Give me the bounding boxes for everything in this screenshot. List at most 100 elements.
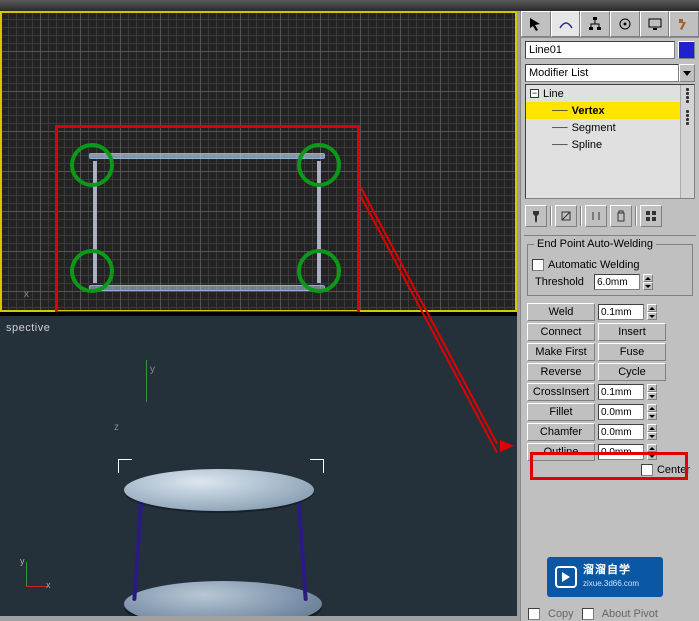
tab-modify[interactable] xyxy=(551,11,581,37)
arrow-icon xyxy=(528,16,544,32)
tab-display[interactable] xyxy=(640,11,670,37)
cross-insert-spinner[interactable] xyxy=(647,384,657,400)
viewport-perspective[interactable]: spective y z y x xyxy=(0,316,517,616)
pin-stack-button[interactable] xyxy=(525,205,547,227)
insert-button[interactable]: Insert xyxy=(598,323,666,341)
modifier-list-dropdown[interactable]: Modifier List xyxy=(525,64,695,82)
footer-checkbox[interactable] xyxy=(528,608,540,620)
chamfer-button[interactable]: Chamfer xyxy=(527,423,595,441)
play-icon xyxy=(555,566,577,588)
stack-item-segment[interactable]: ── Segment xyxy=(526,119,694,136)
center-checkbox[interactable] xyxy=(641,464,653,476)
tab-hierarchy[interactable] xyxy=(580,11,610,37)
annotation-arrowhead xyxy=(500,440,514,452)
group-title: End Point Auto-Welding xyxy=(534,238,656,250)
object-name-input[interactable] xyxy=(525,41,675,59)
world-axis-x xyxy=(26,586,48,587)
axis-label-x: x xyxy=(24,289,29,300)
tab-motion[interactable] xyxy=(610,11,640,37)
automatic-welding-label: Automatic Welding xyxy=(548,259,640,271)
tab-utilities[interactable] xyxy=(669,11,699,37)
rendered-object[interactable] xyxy=(100,451,328,616)
remove-modifier-button[interactable] xyxy=(610,205,632,227)
stack-root-label: Line xyxy=(543,88,564,100)
motion-icon xyxy=(617,16,633,32)
weld-spinner[interactable] xyxy=(647,304,657,320)
tree-dash-icon: ── xyxy=(552,139,568,151)
modifier-list-value: Modifier List xyxy=(525,64,679,82)
cross-insert-input[interactable] xyxy=(598,384,644,400)
reverse-button[interactable]: Reverse xyxy=(527,363,595,381)
pin-icon xyxy=(529,209,543,223)
panel-footer: Copy About Pivot xyxy=(522,606,699,621)
threshold-input[interactable] xyxy=(594,274,640,290)
stack-item-label: Spline xyxy=(572,139,603,151)
selection-bracket-tl xyxy=(118,459,132,473)
expand-icon[interactable]: − xyxy=(530,89,539,98)
object-leg-left xyxy=(132,493,144,601)
world-axis-gizmo: y x xyxy=(10,562,46,598)
object-disc-top xyxy=(124,469,314,511)
cycle-button[interactable]: Cycle xyxy=(598,363,666,381)
object-leg-right xyxy=(296,493,308,601)
tab-create[interactable] xyxy=(521,11,551,37)
viewports-area: x spective y z xyxy=(0,11,517,611)
selection-bracket-tr xyxy=(310,459,324,473)
unique-icon xyxy=(589,209,603,223)
trash-icon xyxy=(614,209,628,223)
outline-spinner[interactable] xyxy=(647,444,657,460)
chamfer-spinner[interactable] xyxy=(647,424,657,440)
dropdown-arrow-icon xyxy=(679,64,695,82)
gizmo-y-label: y xyxy=(150,364,155,375)
watermark-title: 溜溜自学 xyxy=(583,564,639,577)
configure-sets-button[interactable] xyxy=(640,205,662,227)
stack-toolbar xyxy=(521,201,699,231)
viewport-label: spective xyxy=(6,322,50,334)
threshold-label: Threshold xyxy=(535,276,591,288)
chamfer-input[interactable] xyxy=(598,424,644,440)
automatic-welding-checkbox[interactable] xyxy=(532,259,544,271)
weld-input[interactable] xyxy=(598,304,644,320)
stack-item-label: Segment xyxy=(572,122,616,134)
show-icon xyxy=(559,209,573,223)
stack-item-label: Vertex xyxy=(572,105,605,117)
viewport-top[interactable]: x xyxy=(0,11,517,312)
connect-button[interactable]: Connect xyxy=(527,323,595,341)
world-axis-x-label: x xyxy=(46,580,51,590)
outline-button[interactable]: Outline xyxy=(527,443,595,461)
object-name-row xyxy=(521,38,699,62)
modify-icon xyxy=(558,16,574,32)
separator xyxy=(580,206,582,226)
tree-dash-icon: ── xyxy=(552,122,568,134)
watermark-url: zixue.3d66.com xyxy=(583,577,639,590)
stack-drag-column[interactable] xyxy=(680,85,694,198)
fuse-button[interactable]: Fuse xyxy=(598,343,666,361)
annotation-region-highlight xyxy=(55,125,360,312)
fillet-spinner[interactable] xyxy=(647,404,657,420)
stack-item-spline[interactable]: ── Spline xyxy=(526,136,694,153)
footer-about-label: About Pivot xyxy=(602,608,658,620)
object-color-swatch[interactable] xyxy=(678,41,695,59)
make-first-button[interactable]: Make First xyxy=(527,343,595,361)
threshold-spinner[interactable] xyxy=(643,274,653,290)
show-end-result-button[interactable] xyxy=(555,205,577,227)
stack-item-vertex[interactable]: ── Vertex xyxy=(526,102,694,119)
configure-icon xyxy=(644,209,658,223)
weld-button[interactable]: Weld xyxy=(527,303,595,321)
outline-input[interactable] xyxy=(598,444,644,460)
footer-checkbox-2[interactable] xyxy=(582,608,594,620)
make-unique-button[interactable] xyxy=(585,205,607,227)
watermark-badge: 溜溜自学 zixue.3d66.com xyxy=(547,557,663,597)
modifier-stack[interactable]: − Line ── Vertex ── Segment ── Spline xyxy=(525,84,695,199)
app-toolbar xyxy=(0,0,699,11)
command-panel-tabs xyxy=(521,11,699,38)
fillet-input[interactable] xyxy=(598,404,644,420)
display-icon xyxy=(647,16,663,32)
geometry-rollout: End Point Auto-Welding Automatic Welding… xyxy=(524,235,696,478)
center-label: Center xyxy=(657,464,690,476)
world-axis-y-label: y xyxy=(20,556,25,566)
stack-root-line[interactable]: − Line xyxy=(526,85,694,102)
fillet-button[interactable]: Fillet xyxy=(527,403,595,421)
separator xyxy=(635,206,637,226)
cross-insert-button[interactable]: CrossInsert xyxy=(527,383,595,401)
